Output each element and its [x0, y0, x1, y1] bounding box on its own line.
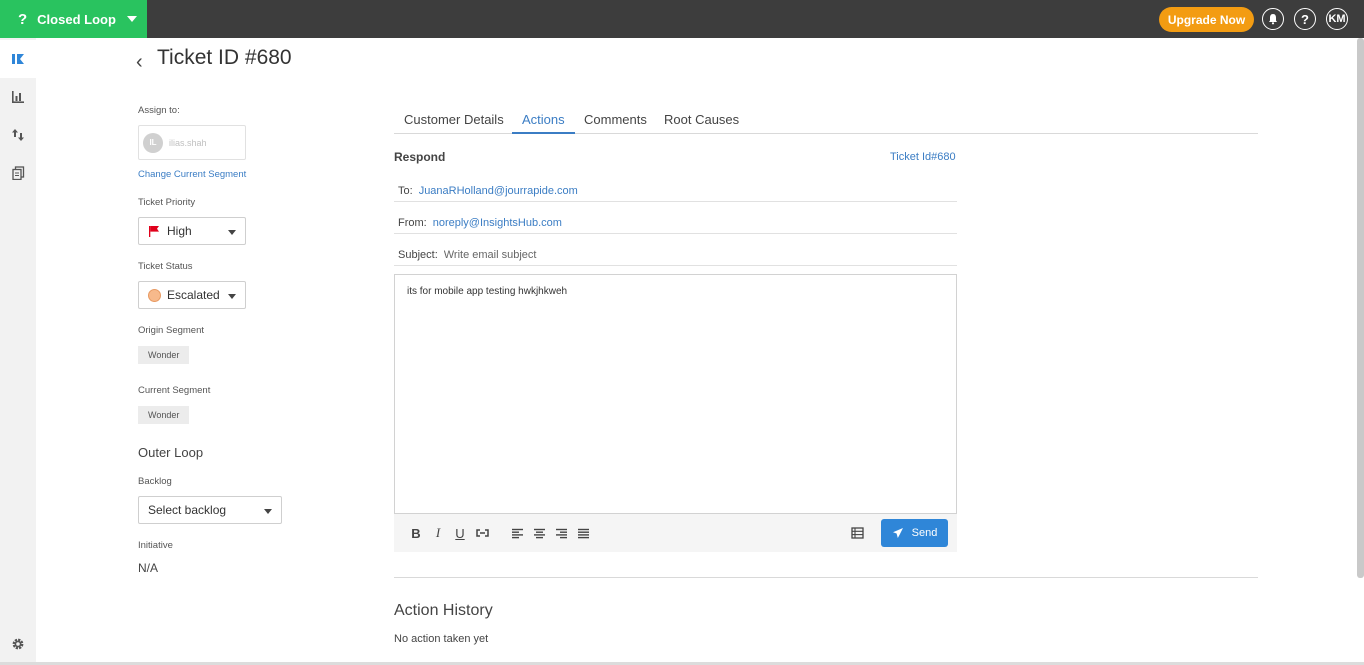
origin-segment-label: Origin Segment: [138, 325, 205, 336]
to-value: JuanaRHolland@jourrapide.com: [418, 184, 578, 197]
bold-icon[interactable]: B: [408, 524, 424, 542]
back-chevron-icon[interactable]: ‹: [136, 51, 143, 74]
priority-label: Ticket Priority: [138, 197, 196, 208]
status-select[interactable]: Escalated: [138, 281, 246, 309]
align-center-icon[interactable]: [531, 524, 547, 542]
to-label: To:: [398, 184, 413, 197]
notification-bell-icon[interactable]: [1262, 8, 1284, 30]
align-justify-icon[interactable]: [575, 524, 591, 542]
to-field[interactable]: To: JuanaRHolland@jourrapide.com: [394, 180, 957, 202]
tab-comments[interactable]: Comments: [574, 112, 657, 134]
bar-chart-icon: [12, 91, 24, 103]
send-button[interactable]: Send: [881, 519, 948, 547]
from-label: From:: [398, 216, 427, 229]
status-label: Ticket Status: [138, 261, 193, 272]
upgrade-button[interactable]: Upgrade Now: [1159, 7, 1254, 32]
backlog-placeholder: Select backlog: [148, 503, 227, 517]
underline-icon[interactable]: U: [452, 524, 468, 542]
paper-plane-icon: [892, 528, 903, 538]
status-value: Escalated: [167, 288, 220, 302]
action-history-empty: No action taken yet: [394, 633, 489, 645]
assignee-name: ilias.shah: [169, 137, 207, 148]
action-history-heading: Action History: [394, 602, 493, 619]
assign-label: Assign to:: [138, 105, 180, 116]
current-segment-label: Current Segment: [138, 385, 211, 396]
initiative-label: Initiative: [138, 540, 173, 551]
italic-icon[interactable]: I: [430, 524, 446, 542]
respond-heading: Respond: [394, 150, 446, 164]
outer-loop-heading: Outer Loop: [138, 445, 204, 460]
priority-select[interactable]: High: [138, 217, 246, 245]
subject-input[interactable]: [443, 248, 844, 261]
origin-segment-tag: Wonder: [138, 346, 190, 364]
nav-tickets[interactable]: [0, 40, 36, 78]
priority-value: High: [167, 224, 192, 238]
backlog-select[interactable]: Select backlog: [138, 496, 282, 524]
page-title: Ticket ID #680: [157, 46, 292, 69]
left-nav-rail: [0, 38, 36, 665]
nav-reports[interactable]: [0, 154, 36, 192]
help-icon[interactable]: ?: [1294, 8, 1316, 30]
align-left-icon[interactable]: [509, 524, 525, 542]
chevron-down-icon: [126, 16, 137, 22]
tickets-icon: [12, 54, 24, 64]
backlog-label: Backlog: [138, 476, 172, 487]
initiative-value: N/A: [138, 561, 159, 575]
nav-settings[interactable]: [0, 625, 36, 663]
flag-icon: [149, 226, 159, 237]
tab-customer-details[interactable]: Customer Details: [394, 112, 514, 134]
page-scrollbar[interactable]: [1357, 38, 1364, 578]
app-switcher[interactable]: ? Closed Loop: [0, 0, 147, 38]
gear-icon: [12, 638, 24, 650]
chevron-down-icon: [264, 509, 272, 514]
assignee-avatar: IL: [143, 132, 163, 153]
subject-label: Subject:: [398, 248, 438, 261]
nav-transfers[interactable]: [0, 116, 36, 154]
from-field[interactable]: From: noreply@InsightsHub.com: [394, 212, 957, 234]
change-segment-link[interactable]: Change Current Segment: [138, 169, 246, 180]
ticket-id-link[interactable]: Ticket Id#680: [890, 151, 956, 163]
document-icon: [11, 166, 24, 180]
brand-name: Closed Loop: [37, 11, 116, 27]
subject-field: Subject:: [394, 244, 957, 266]
current-segment-tag: Wonder: [138, 406, 190, 424]
nav-analytics[interactable]: [0, 78, 36, 116]
template-icon[interactable]: [849, 524, 865, 542]
send-label: Send: [911, 527, 938, 539]
message-editor[interactable]: its for mobile app testing hwkjhkweh: [394, 274, 957, 514]
from-value: noreply@InsightsHub.com: [432, 216, 562, 229]
user-avatar[interactable]: KM: [1326, 8, 1348, 30]
chevron-down-icon: [228, 294, 236, 299]
ticket-tabs: Customer Details Actions Comments Root C…: [394, 107, 1258, 134]
editor-toolbar: B I U Send: [394, 514, 957, 552]
tab-root-causes[interactable]: Root Causes: [654, 112, 749, 134]
align-right-icon[interactable]: [553, 524, 569, 542]
top-bar: ? Closed Loop Upgrade Now ? KM: [0, 0, 1364, 38]
link-icon[interactable]: [474, 524, 490, 542]
status-dot-icon: [148, 288, 161, 302]
chevron-down-icon: [228, 230, 236, 235]
section-divider: [394, 577, 1258, 578]
brand-logo-icon: ?: [18, 10, 28, 28]
assignee-picker[interactable]: IL ilias.shah: [138, 125, 246, 160]
sort-arrows-icon: [12, 129, 24, 141]
tab-actions[interactable]: Actions: [512, 112, 575, 134]
